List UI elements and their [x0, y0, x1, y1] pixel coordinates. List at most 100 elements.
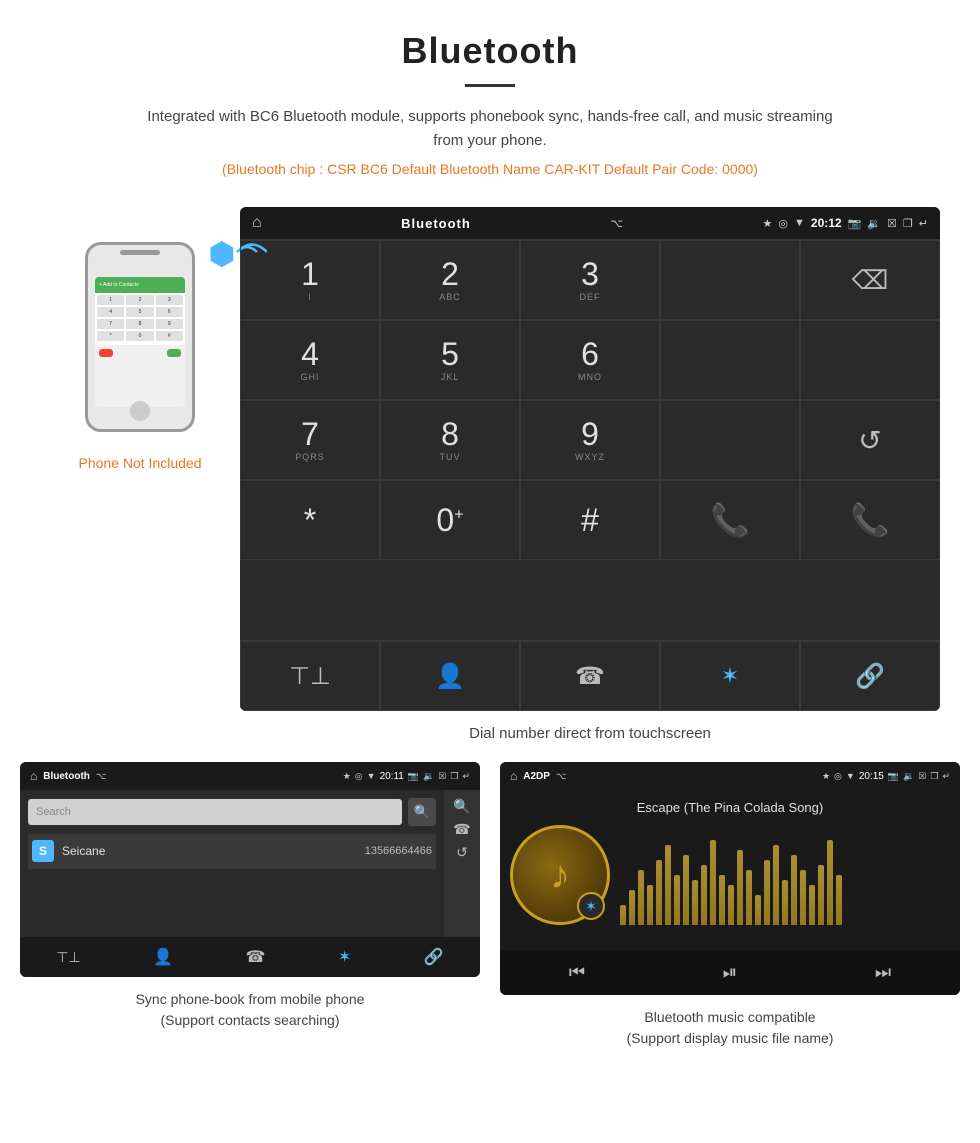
dialpad-grid: 1 ǀ 2 ABC 3 DEF ⌫ 4 GHI: [240, 239, 940, 640]
page-title: Bluetooth: [20, 30, 960, 72]
dial-key-5[interactable]: 5 JKL: [380, 320, 520, 400]
music-home-icon: ⌂: [510, 769, 517, 783]
pb-right-call-icon[interactable]: ☎: [453, 821, 470, 838]
pb-search-row: Search 🔍: [28, 798, 436, 826]
pb-bt-icon: ★: [343, 771, 351, 782]
dialpad-bottom-link[interactable]: 🔗: [800, 641, 940, 711]
bluetooth-specs: (Bluetooth chip : CSR BC6 Default Blueto…: [20, 161, 960, 177]
back-icon: ↵: [919, 217, 928, 230]
top-section: ⬢ + Add to Contac: [20, 207, 960, 711]
music-visualizer: [620, 825, 950, 925]
pb-search-button[interactable]: 🔍: [408, 798, 436, 826]
music-bt-badge: ✶: [577, 892, 605, 920]
pb-bottom-grid-icon[interactable]: ⊤⊥: [56, 949, 80, 966]
dial-refresh-button[interactable]: ↺: [800, 400, 940, 480]
phone-container: ⬢ + Add to Contac: [40, 207, 240, 471]
header-divider: [465, 84, 515, 87]
dial-key-6[interactable]: 6 MNO: [520, 320, 660, 400]
dialpad-bottom-grid[interactable]: ⊤⊥: [240, 641, 380, 711]
music-usb-icon: ⌥: [556, 771, 566, 782]
music-screen: ⌂ A2DP ⌥ ★ ◎ ▼ 20:15 📷 🔉 ☒ ❐ ↵: [500, 762, 960, 995]
phonebook-block: ⌂ Bluetooth ⌥ ★ ◎ ▼ 20:11 📷 🔉 ☒ ❐ ↵: [20, 762, 480, 1049]
pb-search-placeholder: Search: [36, 806, 71, 818]
main-content: ⬢ + Add to Contac: [0, 207, 980, 1069]
dial-cell-empty-3: [800, 320, 940, 400]
status-bar: ⌂ Bluetooth ⌥ ★ ◎ ▼ 20:12 📷 🔉 ☒ ❐ ↵: [240, 207, 940, 239]
music-controls: ⏮ ⏯ ⏭: [500, 950, 960, 995]
phonebook-caption: Sync phone-book from mobile phone (Suppo…: [136, 989, 365, 1031]
dial-key-2[interactable]: 2 ABC: [380, 240, 520, 320]
dial-key-4[interactable]: 4 GHI: [240, 320, 380, 400]
close-icon: ☒: [887, 217, 897, 230]
signal-icon: ▼: [794, 217, 805, 229]
music-play-pause-icon[interactable]: ⏯: [723, 962, 737, 983]
dialpad-bottom-call[interactable]: ☎: [520, 641, 660, 711]
dialpad-bottom: ⊤⊥ 👤 ☎ ✶ 🔗: [240, 640, 940, 711]
pb-bottom-person-icon[interactable]: 👤: [153, 947, 173, 967]
dial-key-hash[interactable]: #: [520, 480, 660, 560]
dial-key-9[interactable]: 9 WXYZ: [520, 400, 660, 480]
pb-contact-letter: S: [32, 840, 54, 862]
pb-right-bar: 🔍 ☎ ↺: [444, 790, 480, 937]
dial-key-7[interactable]: 7 PQRS: [240, 400, 380, 480]
dial-call-button[interactable]: 📞: [660, 480, 800, 560]
dialpad-bottom-contacts[interactable]: 👤: [380, 641, 520, 711]
music-cam-icon: 📷: [888, 771, 899, 782]
music-skip-back-icon[interactable]: ⏮: [569, 962, 585, 983]
dial-cell-empty-1: [660, 240, 800, 320]
pb-home-icon: ⌂: [30, 769, 37, 783]
dial-caption: Dial number direct from touchscreen: [120, 725, 980, 742]
pb-loc-icon: ◎: [355, 771, 363, 782]
music-bt-icon: ★: [822, 771, 830, 782]
dial-key-star[interactable]: *: [240, 480, 380, 560]
usb-icon: ⌥: [610, 217, 623, 230]
status-time: 20:12: [811, 216, 842, 230]
dial-key-8[interactable]: 8 TUV: [380, 400, 520, 480]
pb-sig-icon: ▼: [367, 771, 376, 781]
music-block: ⌂ A2DP ⌥ ★ ◎ ▼ 20:15 📷 🔉 ☒ ❐ ↵: [500, 762, 960, 1049]
pb-search-box[interactable]: Search: [28, 799, 402, 825]
pb-bottom-link-icon[interactable]: 🔗: [424, 947, 444, 967]
window-icon: ❐: [903, 217, 913, 230]
music-screen-label: A2DP: [523, 771, 550, 782]
music-note-icon: ♪: [550, 853, 570, 898]
dialpad-bottom-bluetooth[interactable]: ✶: [660, 641, 800, 711]
camera-icon: 📷: [848, 217, 862, 230]
bluetooth-status-icon: ★: [763, 217, 773, 230]
album-wrapper: ♪ ✶: [510, 825, 610, 925]
phonebook-screen: ⌂ Bluetooth ⌥ ★ ◎ ▼ 20:11 📷 🔉 ☒ ❐ ↵: [20, 762, 480, 977]
pb-contact-name: Seicane: [62, 844, 105, 858]
dial-cell-empty-2: [660, 320, 800, 400]
dial-screen: ⌂ Bluetooth ⌥ ★ ◎ ▼ 20:12 📷 🔉 ☒ ❐ ↵: [240, 207, 940, 711]
dial-key-3[interactable]: 3 DEF: [520, 240, 660, 320]
dial-key-1[interactable]: 1 ǀ: [240, 240, 380, 320]
home-icon: ⌂: [252, 214, 262, 232]
bottom-screenshots: ⌂ Bluetooth ⌥ ★ ◎ ▼ 20:11 📷 🔉 ☒ ❐ ↵: [20, 762, 960, 1049]
music-skip-forward-icon[interactable]: ⏭: [875, 962, 891, 983]
pb-bottom-bt-icon[interactable]: ✶: [338, 947, 351, 967]
music-close-icon: ☒: [918, 771, 926, 782]
page-header: Bluetooth Integrated with BC6 Bluetooth …: [0, 0, 980, 207]
music-loc-icon: ◎: [834, 771, 842, 782]
pb-screen-label: Bluetooth: [43, 771, 90, 782]
pb-contact-row[interactable]: S Seicane 13566664466: [28, 834, 436, 869]
music-status-time: 20:15: [859, 771, 884, 782]
location-icon: ◎: [778, 217, 788, 230]
phone-wrapper: ⬢ + Add to Contac: [75, 227, 205, 447]
pb-back-icon: ↵: [462, 771, 470, 782]
phone-screen: + Add to Contacts 1 2 3 4 5 6: [95, 277, 185, 407]
music-vol-icon: 🔉: [903, 771, 914, 782]
music-win-icon: ❐: [930, 771, 938, 782]
pb-bottom-phone-icon[interactable]: ☎: [246, 947, 266, 967]
dial-key-0[interactable]: 0+: [380, 480, 520, 560]
dial-backspace-button[interactable]: ⌫: [800, 240, 940, 320]
phone-home-button: [130, 401, 150, 421]
pb-right-search-icon[interactable]: 🔍: [453, 798, 470, 815]
pb-bottom-bar: ⊤⊥ 👤 ☎ ✶ 🔗: [20, 937, 480, 977]
dial-end-call-button[interactable]: 📞: [800, 480, 940, 560]
dial-cell-empty-4: [660, 400, 800, 480]
pb-right-refresh-icon[interactable]: ↺: [456, 844, 468, 861]
music-song-title: Escape (The Pina Colada Song): [637, 800, 823, 815]
status-screen-label: Bluetooth: [401, 216, 471, 231]
pb-status-time: 20:11: [380, 771, 404, 782]
